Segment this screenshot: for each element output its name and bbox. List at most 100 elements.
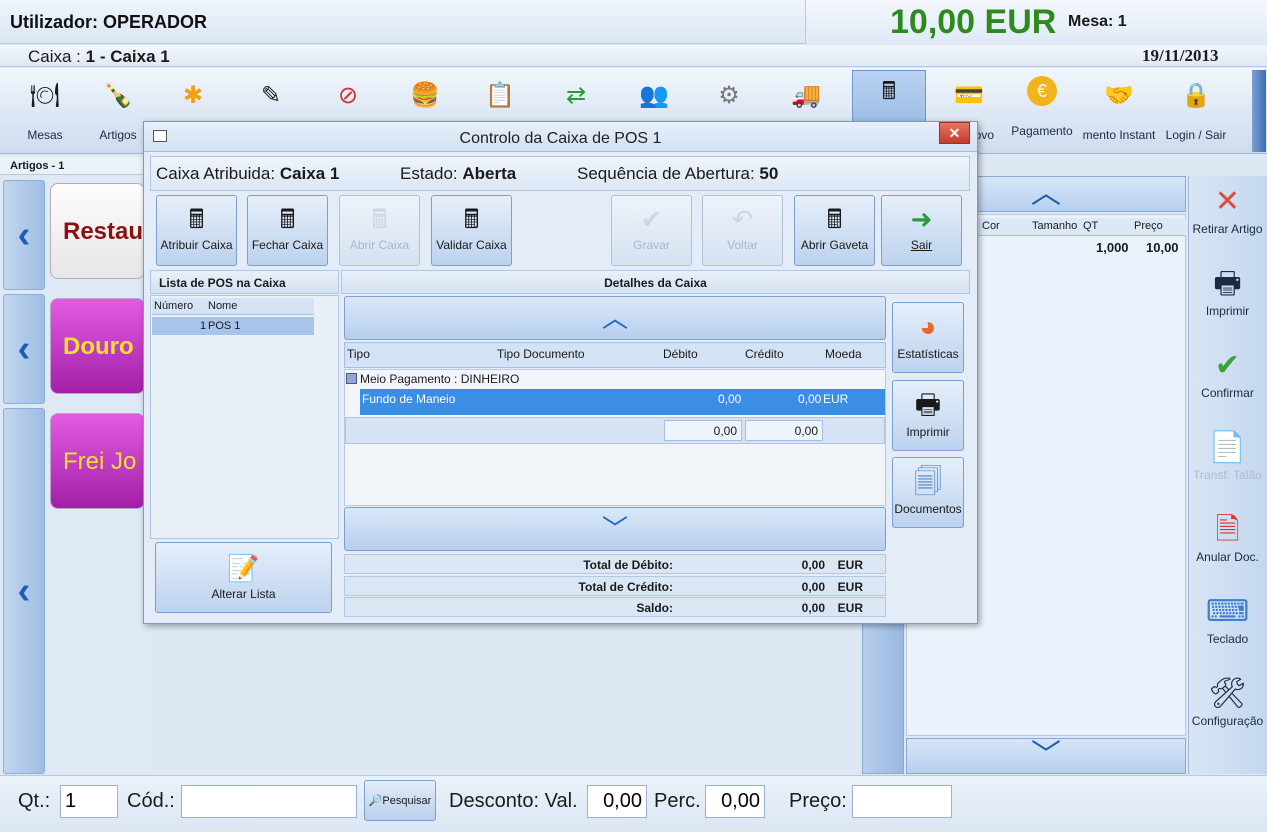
estado-value: Aberta xyxy=(462,164,517,183)
details-scroll-up-button[interactable]: ︿ xyxy=(344,296,886,340)
estatisticas-button[interactable]: ◕ Estatísticas xyxy=(892,302,964,373)
toolbar-scroll[interactable] xyxy=(1252,70,1266,152)
atribuir-caixa-button[interactable]: 🖩 Atribuir Caixa xyxy=(156,195,237,266)
caixa-prefix: Caixa : xyxy=(28,47,86,66)
nav-left-button-1[interactable]: ‹ xyxy=(3,180,45,290)
imprimir-button[interactable]: 🖶 Imprimir xyxy=(1188,264,1267,318)
pos-list-row[interactable]: 1 POS 1 xyxy=(152,317,314,335)
artigos-title: Artigos - 1 xyxy=(0,157,150,175)
toolbar-label: Pagamento xyxy=(1011,124,1073,138)
cod-label: Cód.: xyxy=(127,790,175,812)
total-debito-row: Total de Débito: 0,00 EUR xyxy=(344,554,886,574)
summary-credito: 0,00 xyxy=(745,420,823,441)
validar-caixa-button[interactable]: 🖩 Validar Caixa xyxy=(431,195,512,266)
documents-icon: 🗐 xyxy=(914,466,942,497)
order-qt: 1,000 xyxy=(1096,240,1129,255)
chevron-down-icon: ﹀ xyxy=(601,514,628,544)
anular-doc-button[interactable]: 🗎 Anular Doc. xyxy=(1188,510,1267,564)
details-row-selected[interactable]: Fundo de Maneio 0,00 0,00 EUR xyxy=(360,389,885,415)
search-icon: 🔎 xyxy=(368,795,383,807)
desconto-input[interactable] xyxy=(587,785,647,818)
estado-label: Estado: xyxy=(400,164,458,183)
gravar-button[interactable]: ✔ Gravar xyxy=(611,195,692,266)
summary-debito: 0,00 xyxy=(664,420,742,441)
col-cor: Cor xyxy=(982,220,1000,232)
order-scroll-down-button[interactable]: ﹀ xyxy=(906,738,1186,774)
printer-icon: 🖶 xyxy=(1213,267,1242,300)
configuracao-label: Configuração xyxy=(1191,714,1264,728)
edit-icon: ✎ xyxy=(260,81,282,109)
atribuir-caixa-label: Atribuir Caixa xyxy=(160,238,233,252)
group-row[interactable]: Meio Pagamento : DINHEIRO xyxy=(346,372,519,386)
qt-input[interactable] xyxy=(60,785,118,818)
estado: Estado: Aberta xyxy=(400,164,516,184)
cash-drawer-icon: 🖩 xyxy=(826,204,843,234)
toolbar-pagamento-button[interactable]: € Pagamento xyxy=(1006,72,1078,150)
cancel-icon: ⊘ xyxy=(337,81,359,109)
preco-input[interactable] xyxy=(852,785,952,818)
caixa-atribuida: Caixa Atribuida: Caixa 1 xyxy=(156,164,339,184)
category-douro[interactable]: Douro xyxy=(50,298,145,394)
fundo-credito: 0,00 xyxy=(798,392,822,406)
confirmar-button[interactable]: ✔ Confirmar xyxy=(1188,346,1267,400)
nav-left-button-3[interactable]: ‹ xyxy=(3,408,45,774)
chevron-left-icon: ‹ xyxy=(17,213,31,256)
total-debito-currency: EUR xyxy=(837,558,863,572)
order-preco: 10,00 xyxy=(1146,240,1179,255)
toolbar-pagamento-instant-button[interactable]: 🤝 mento Instant xyxy=(1078,72,1160,150)
category-frei-joao[interactable]: Frei Jo xyxy=(50,413,145,509)
pesquisar-label: Pesquisar xyxy=(382,794,432,807)
pesquisar-button[interactable]: 🔎 Pesquisar xyxy=(364,780,436,821)
teclado-button[interactable]: ⌨ Teclado xyxy=(1188,592,1267,646)
chevron-up-icon: ︿ xyxy=(1031,177,1061,210)
total-debito-value: 0,00 xyxy=(801,558,825,572)
close-icon: ✕ xyxy=(948,125,961,141)
cards-icon: 💳 xyxy=(954,81,984,109)
cash-register-icon: 🖩 xyxy=(188,204,205,234)
sequencia-value: 50 xyxy=(759,164,779,183)
food-icon: 🍔 xyxy=(410,81,440,109)
validar-caixa-label: Validar Caixa xyxy=(436,238,507,252)
documentos-button[interactable]: 🗐 Documentos xyxy=(892,457,964,528)
imprimir-label: Imprimir xyxy=(1205,304,1250,318)
details-title: Detalhes da Caixa xyxy=(341,270,970,294)
fechar-caixa-button[interactable]: 🖩 Fechar Caixa xyxy=(247,195,328,266)
details-scroll-down-button[interactable]: ﹀ xyxy=(344,507,886,551)
category-restaurante[interactable]: Restau xyxy=(50,183,145,279)
toolbar-login-button[interactable]: 🔒 Login / Sair xyxy=(1160,72,1232,150)
alterar-lista-button[interactable]: 📝 Alterar Lista xyxy=(155,542,332,613)
total-debito-label: Total de Débito: xyxy=(583,558,673,572)
nav-left-button-2[interactable]: ‹ xyxy=(3,294,45,404)
dialog-imprimir-button[interactable]: 🖶 Imprimir xyxy=(892,380,964,451)
confirmar-label: Confirmar xyxy=(1201,386,1254,400)
abrir-caixa-button[interactable]: 🖩 Abrir Caixa xyxy=(339,195,420,266)
printer-icon: 🖶 xyxy=(914,389,942,420)
pos-numero: 1 xyxy=(200,320,207,332)
toolbar-label: Login / Sair xyxy=(1165,128,1227,142)
abrir-gaveta-button[interactable]: 🖩 Abrir Gaveta xyxy=(794,195,875,266)
documentos-label: Documentos xyxy=(894,502,962,516)
order-columns: Cor Tamanho QT Preço xyxy=(976,218,1186,236)
retirar-artigo-label: Retirar Artigo xyxy=(1192,222,1263,236)
users-icon: 👥 xyxy=(639,81,669,109)
voltar-label: Voltar xyxy=(727,238,758,252)
fechar-caixa-label: Fechar Caixa xyxy=(251,238,324,252)
transfer-doc-icon: 📄 xyxy=(1208,431,1247,464)
det-col-debito: Débito xyxy=(663,347,698,361)
chevron-down-icon: ﹀ xyxy=(1031,739,1061,772)
voltar-button[interactable]: ↶ Voltar xyxy=(702,195,783,266)
perc-input[interactable] xyxy=(705,785,765,818)
configuracao-button[interactable]: 🛠 Configuração xyxy=(1188,674,1267,728)
retirar-artigo-button[interactable]: ✕ Retirar Artigo xyxy=(1188,182,1267,236)
cancel-doc-icon: 🗎 xyxy=(1215,513,1240,546)
table-number: Mesa: 1 xyxy=(1068,13,1127,30)
sair-button[interactable]: ➜ Sair xyxy=(881,195,962,266)
qt-label: Qt.: xyxy=(18,790,51,812)
pie-chart-icon: ◕ xyxy=(919,311,937,342)
cod-input[interactable] xyxy=(181,785,357,818)
undo-icon: ↶ xyxy=(731,204,754,234)
transf-talao-button[interactable]: 📄 Transf. Talão xyxy=(1188,428,1267,482)
dialog-close-button[interactable]: ✕ xyxy=(939,122,970,144)
notepad-icon: 📝 xyxy=(227,553,260,583)
total-credito-value: 0,00 xyxy=(801,580,825,594)
